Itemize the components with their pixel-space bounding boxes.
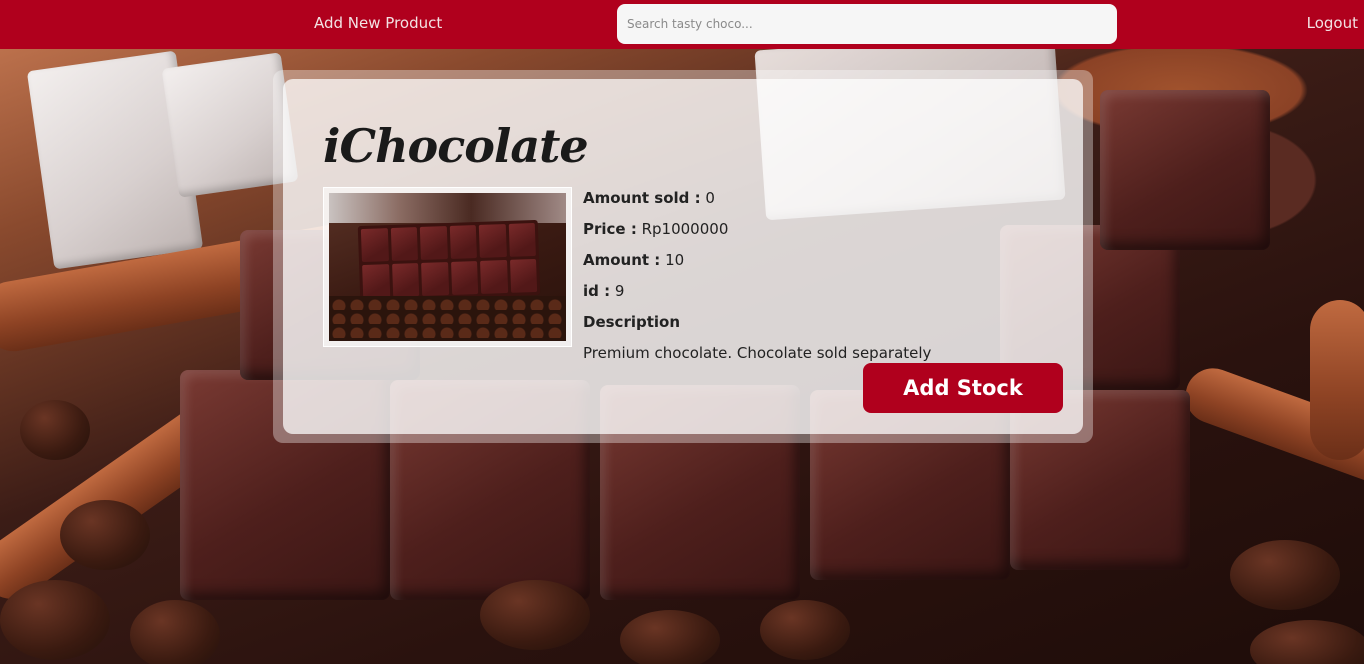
logout-link[interactable]: Logout (1307, 14, 1358, 32)
search-input[interactable] (617, 4, 1117, 44)
product-card: iChocolate Amount sold : 0 Price : Rp100… (283, 79, 1083, 434)
amount-sold-label: Amount sold : (583, 189, 701, 207)
amount-row: Amount : 10 (583, 249, 1063, 280)
add-new-product-link[interactable]: Add New Product (314, 14, 442, 32)
product-title: iChocolate (323, 119, 589, 173)
id-label: id : (583, 282, 611, 300)
id-value: 9 (614, 282, 625, 300)
product-image (323, 187, 572, 347)
price-label: Price : (583, 220, 637, 238)
add-stock-button[interactable]: Add Stock (863, 363, 1063, 413)
amount-sold-row: Amount sold : 0 (583, 187, 1063, 218)
top-navbar: Add New Product Logout (0, 0, 1364, 49)
product-details: Amount sold : 0 Price : Rp1000000 Amount… (583, 187, 1063, 364)
id-row: id : 9 (583, 280, 1063, 311)
amount-value: 10 (665, 251, 685, 269)
description-label: Description (583, 313, 681, 331)
amount-sold-value: 0 (705, 189, 715, 207)
description-heading-row: Description (583, 311, 1063, 342)
product-card-frame: iChocolate Amount sold : 0 Price : Rp100… (273, 70, 1093, 443)
price-value: Rp1000000 (641, 220, 729, 238)
description-text: Premium chocolate. Chocolate sold separa… (583, 344, 932, 362)
amount-label: Amount : (583, 251, 661, 269)
price-row: Price : Rp1000000 (583, 218, 1063, 249)
